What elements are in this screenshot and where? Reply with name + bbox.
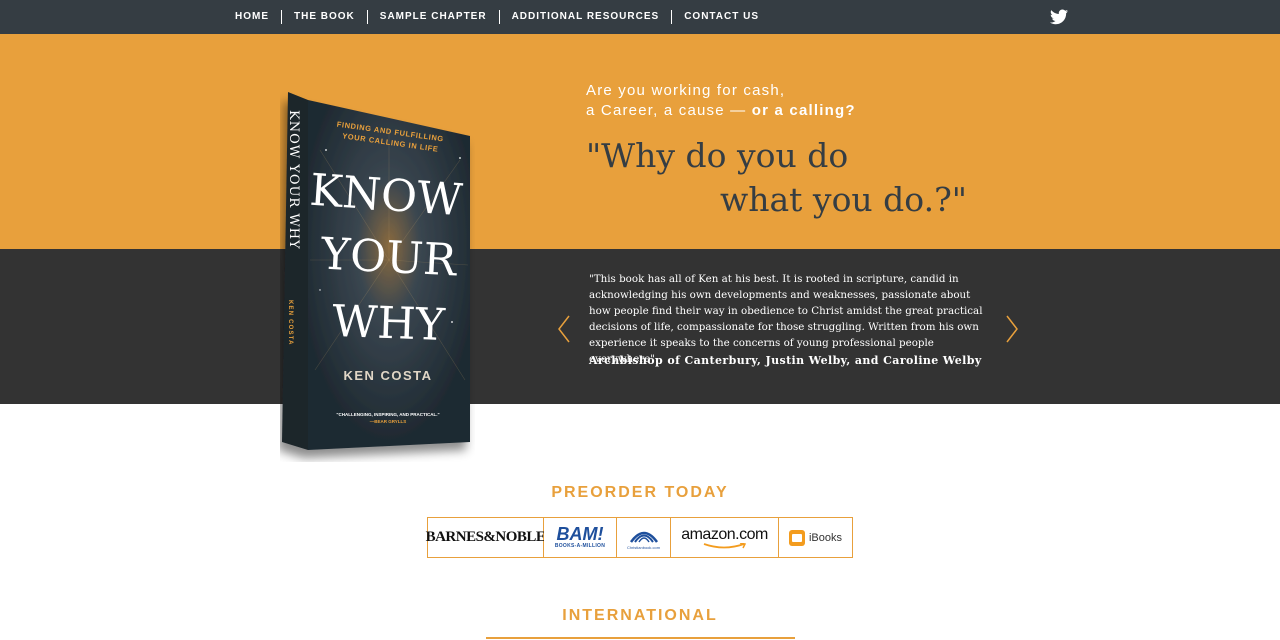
international-heading: INTERNATIONAL <box>562 607 718 624</box>
book-spine-title: KNOW YOUR WHY <box>286 110 301 250</box>
ibooks-icon <box>788 529 805 546</box>
book-blurb-line-1: "CHALLENGING, INSPIRING, AND PRACTICAL." <box>336 412 439 417</box>
book-title-line-2: YOUR <box>319 228 460 286</box>
barnes-noble-link[interactable]: BARNES&NOBLE <box>425 518 546 557</box>
bam-logo: BAM! <box>556 524 604 544</box>
amazon-logo: amazon.com <box>681 525 768 543</box>
christianbook-logo-icon <box>629 531 658 543</box>
hero-question-line-1: "Why do you do <box>586 136 849 175</box>
christianbook-logo-text: Christianbook.com <box>626 544 661 550</box>
book-title-line-3: WHY <box>331 296 446 351</box>
tagline-line-2-bold: or a calling? <box>751 102 856 119</box>
hero-question-line-2: what you do.?" <box>720 180 967 219</box>
ibooks-label: iBooks <box>808 531 843 544</box>
book-author: KEN COSTA <box>343 368 432 383</box>
retailer-logos-row: BARNES&NOBLE BAM! BOOKS-A-MILLION Christ… <box>425 517 853 558</box>
amazon-link[interactable]: amazon.com <box>671 518 779 557</box>
barnes-noble-logo: BARNES&NOBLE <box>425 529 546 545</box>
tagline-line-2: a Career, a cause — or a calling? <box>586 101 856 121</box>
nav-the-book[interactable]: THE BOOK <box>282 10 368 24</box>
hero-tagline: Are you working for cash, a Career, a ca… <box>586 81 856 121</box>
nav-sample-chapter[interactable]: SAMPLE CHAPTER <box>368 10 500 24</box>
book-spine-author: KEN COSTA <box>287 300 293 346</box>
twitter-icon[interactable] <box>1050 9 1068 25</box>
nav-contact-us[interactable]: CONTACT US <box>672 10 771 24</box>
preorder-heading: PREORDER TODAY <box>551 484 729 501</box>
book-title-line-1: KNOW <box>308 165 465 227</box>
carousel-prev-arrow-icon[interactable] <box>557 314 571 344</box>
testimonial-quote: "This book has all of Ken at his best. I… <box>589 273 983 365</box>
international-divider <box>486 637 795 639</box>
nav-links: HOME THE BOOK SAMPLE CHAPTER ADDITIONAL … <box>223 0 771 34</box>
book-cover-image: FINDING AND FULFILLING YOUR CALLING IN L… <box>282 92 470 450</box>
ibooks-link[interactable]: iBooks <box>779 518 852 557</box>
bam-logo-subtitle: BOOKS-A-MILLION <box>554 543 606 549</box>
top-nav: HOME THE BOOK SAMPLE CHAPTER ADDITIONAL … <box>0 0 1280 34</box>
tagline-line-1: Are you working for cash, <box>586 82 786 99</box>
christianbook-link[interactable]: Christianbook.com <box>617 518 671 557</box>
amazon-smile-icon <box>703 542 746 548</box>
testimonial-attribution: Archbishop of Canterbury, Justin Welby, … <box>589 354 982 367</box>
tagline-line-2-prefix: a Career, a cause — <box>586 102 752 119</box>
nav-additional-resources[interactable]: ADDITIONAL RESOURCES <box>500 10 673 24</box>
book-blurb-line-2: —BEAR GRYLLS <box>370 419 407 424</box>
carousel-next-arrow-icon[interactable] <box>1005 314 1019 344</box>
books-a-million-link[interactable]: BAM! BOOKS-A-MILLION <box>544 518 617 557</box>
nav-home[interactable]: HOME <box>223 10 282 24</box>
